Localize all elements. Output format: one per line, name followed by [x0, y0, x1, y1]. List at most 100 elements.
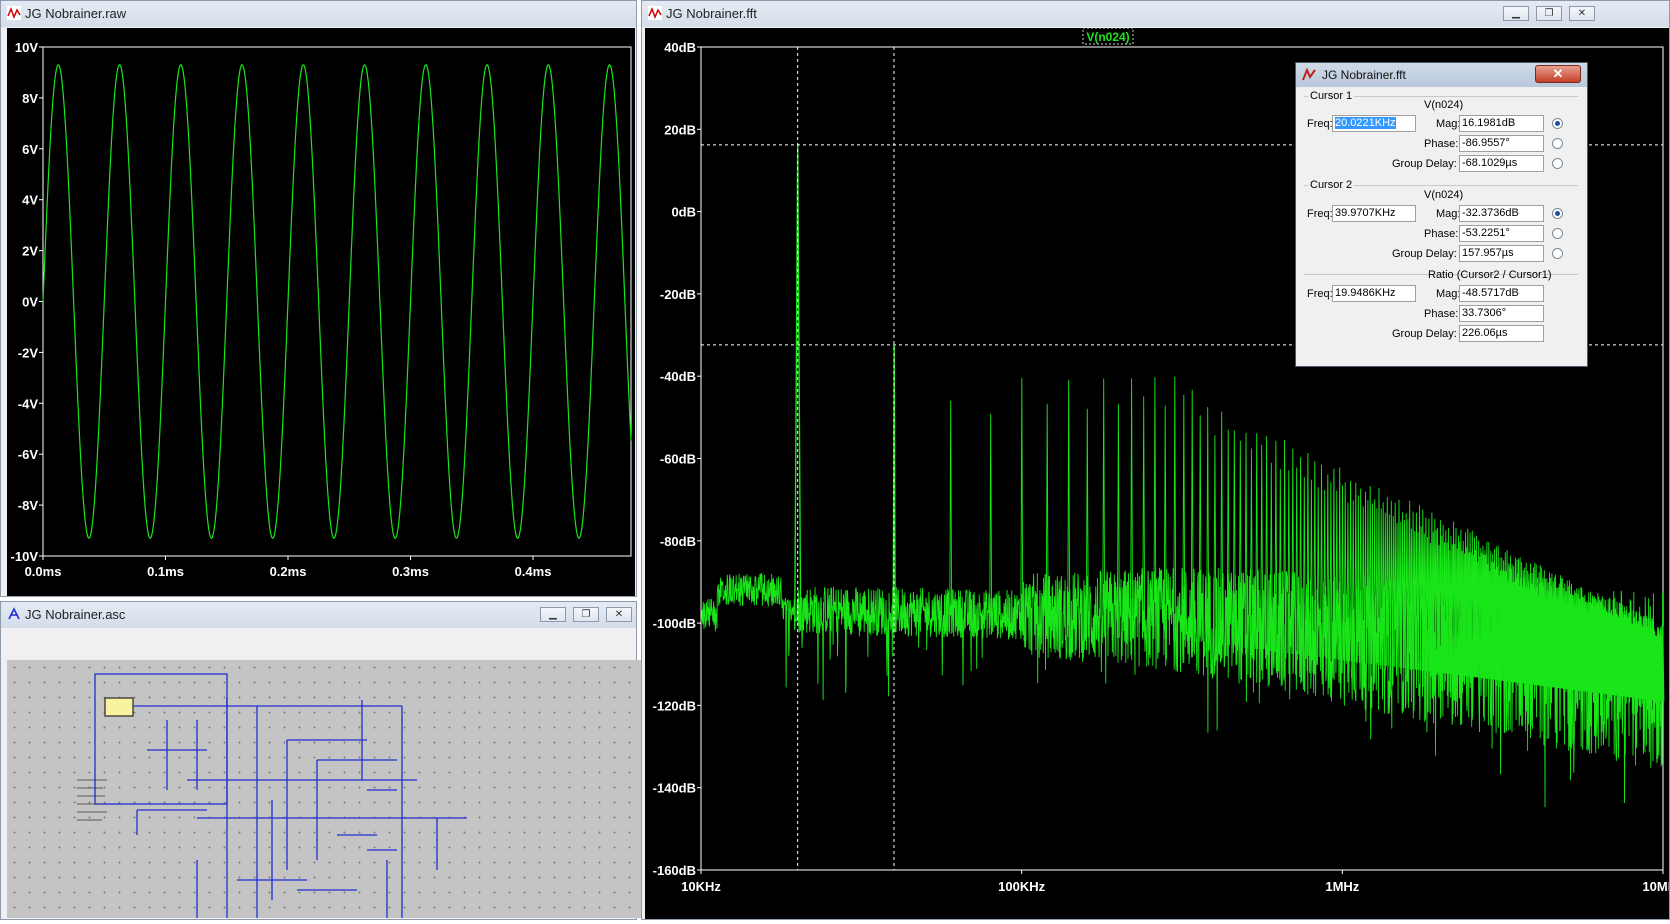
- cursor2-phase-field[interactable]: -53.2251°: [1459, 225, 1544, 242]
- cursor-dialog-title: JG Nobrainer.fft: [1322, 68, 1406, 82]
- raw-window[interactable]: JG Nobrainer.raw 10V 8V 6V 4V 2V 0V -2V -4V -6V -…: [0, 0, 637, 597]
- cursor1-phase-radio[interactable]: [1552, 138, 1563, 149]
- cursor2-phase-radio[interactable]: [1552, 228, 1563, 239]
- harmonic-spike: [1354, 482, 1358, 662]
- asc-titlebar[interactable]: JG Nobrainer.asc ▁ ❐ ✕: [1, 602, 636, 628]
- cursor1-mag-radio[interactable]: [1552, 118, 1563, 129]
- harmonic-spike: [1255, 433, 1259, 650]
- cursor2-freq-field[interactable]: 39.9707KHz: [1332, 205, 1416, 222]
- cursor1-freq-field[interactable]: 20.0221KHz: [1332, 115, 1416, 132]
- fft-titlebar[interactable]: JG Nobrainer.fft ▁ ❐ ✕: [642, 1, 1669, 27]
- close-button[interactable]: ✕: [1535, 65, 1581, 83]
- cursor1-phase-field[interactable]: -86.9557°: [1459, 135, 1544, 152]
- y-tick-label: -120dB: [653, 698, 696, 713]
- cursor1-gd-radio[interactable]: [1552, 158, 1563, 169]
- cursor2-gd-radio[interactable]: [1552, 248, 1563, 259]
- y-tick-label: 10V: [15, 40, 38, 55]
- cursor1-gd-field[interactable]: -68.1029µs: [1459, 155, 1544, 172]
- cursor1-freq-label: Freq:: [1307, 118, 1333, 130]
- y-tick-label: 0V: [22, 295, 38, 310]
- harmonic-spike: [1283, 439, 1287, 653]
- y-tick-label: -20dB: [660, 287, 696, 302]
- y-tick-label: -2V: [18, 345, 39, 360]
- ratio-mag-label: Mag:: [1436, 288, 1461, 300]
- ratio-phase-label: Phase:: [1424, 308, 1459, 320]
- waveform-icon: [648, 6, 662, 20]
- cursor1-gd-label: Group Delay:: [1392, 158, 1457, 170]
- cursor-dialog-titlebar[interactable]: JG Nobrainer.fft ✕: [1296, 63, 1587, 87]
- harmonic-spike: [1220, 411, 1224, 645]
- ltspice-icon: [1302, 68, 1316, 81]
- schematic-drawing: [77, 673, 467, 918]
- cursor2-gd-label: Group Delay:: [1392, 248, 1457, 260]
- x-tick-label: 100KHz: [998, 879, 1045, 894]
- ratio-group-label: Ratio (Cursor2 / Cursor1): [1428, 269, 1552, 281]
- cursor2-phase-label: Phase:: [1424, 228, 1459, 240]
- harmonic-spike: [949, 400, 953, 634]
- cursor1-freq-value: 20.0221KHz: [1335, 117, 1396, 129]
- y-tick-label: 6V: [22, 142, 38, 157]
- y-tick-label: -8V: [18, 498, 39, 513]
- y-tick-label: 2V: [22, 244, 38, 259]
- close-button[interactable]: ✕: [606, 607, 632, 622]
- trace-label: V(n024): [1086, 30, 1129, 44]
- maximize-button[interactable]: ❐: [1536, 6, 1562, 21]
- raw-plot-frame: [42, 46, 632, 557]
- minimize-button[interactable]: ▁: [540, 607, 566, 622]
- cursor2-mag-field[interactable]: -32.3736dB: [1459, 205, 1544, 222]
- cursor2-group-label: Cursor 2: [1308, 179, 1355, 191]
- close-button[interactable]: ✕: [1569, 6, 1595, 21]
- harmonic-spike: [1142, 396, 1146, 639]
- harmonic-spike: [1163, 405, 1167, 640]
- y-tick-label: 4V: [22, 193, 38, 208]
- maximize-button[interactable]: ❐: [573, 607, 599, 622]
- cursor1-group-label: Cursor 1: [1308, 90, 1355, 102]
- cursor1-mag-field[interactable]: 16.1981dB: [1459, 115, 1544, 132]
- harmonic-spike: [1389, 500, 1393, 667]
- x-tick-label: 0.4ms: [515, 564, 552, 579]
- y-tick-label: 40dB: [664, 40, 696, 55]
- y-tick-label: 20dB: [664, 122, 696, 137]
- x-tick-label: 0.3ms: [392, 564, 429, 579]
- harmonic-spike: [1385, 496, 1389, 666]
- schematic-canvas[interactable]: [7, 660, 663, 918]
- cursor1-phase-label: Phase:: [1424, 138, 1459, 150]
- ratio-mag-field[interactable]: -48.5717dB: [1459, 285, 1544, 302]
- raw-title: JG Nobrainer.raw: [25, 6, 127, 21]
- cursor1-trace: V(n024): [1424, 99, 1464, 111]
- raw-titlebar[interactable]: JG Nobrainer.raw: [1, 1, 636, 27]
- y-tick-label: 8V: [22, 91, 38, 106]
- x-tick-label: 1MHz: [1325, 879, 1359, 894]
- harmonic-spike: [1364, 491, 1367, 664]
- harmonic-spike: [1329, 482, 1333, 659]
- minimize-button[interactable]: ▁: [1503, 6, 1529, 21]
- x-tick-label: 0.2ms: [270, 564, 307, 579]
- y-tick-label: -80dB: [660, 534, 696, 549]
- waveform-icon: [7, 6, 21, 20]
- x-tick-label: 10KHz: [681, 879, 721, 894]
- cursor2-gd-field[interactable]: 157.957µs: [1459, 245, 1544, 262]
- harmonic-spike: [1244, 432, 1248, 648]
- harmonic-spike: [1173, 376, 1177, 640]
- harmonic-spike: [1295, 467, 1299, 655]
- cursor2-trace: V(n024): [1424, 189, 1464, 201]
- y-tick-label: -100dB: [653, 616, 696, 631]
- ratio-gd-label: Group Delay:: [1392, 328, 1457, 340]
- ratio-freq-field[interactable]: 19.9486KHz: [1332, 285, 1416, 302]
- x-tick-label: 0.0ms: [25, 564, 62, 579]
- x-tick-label: 0.1ms: [147, 564, 184, 579]
- cursor2-mag-radio[interactable]: [1552, 208, 1563, 219]
- ratio-gd-field[interactable]: 226.06µs: [1459, 325, 1544, 342]
- y-tick-label: -4V: [18, 396, 39, 411]
- ratio-phase-field[interactable]: 33.7306°: [1459, 305, 1544, 322]
- harmonic-spike: [1316, 487, 1320, 658]
- raw-plot-area[interactable]: 10V 8V 6V 4V 2V 0V -2V -4V -6V -8V -10V 0.0ms 0.1ms 0…: [7, 28, 635, 596]
- y-tick-label: -140dB: [653, 781, 696, 796]
- raw-waveform-chart[interactable]: 10V 8V 6V 4V 2V 0V -2V -4V -6V -8V -10V0.0ms 0.1ms 0…: [7, 28, 635, 596]
- y-tick-label: 0dB: [671, 205, 696, 220]
- harmonic-spike: [1130, 378, 1134, 639]
- ratio-freq-label: Freq:: [1307, 288, 1333, 300]
- harmonic-spike: [1260, 444, 1264, 650]
- cursor-dialog[interactable]: JG Nobrainer.fft ✕ Cursor 1 V(n024) Freq…: [1295, 62, 1588, 367]
- y-tick-label: -60dB: [660, 452, 696, 467]
